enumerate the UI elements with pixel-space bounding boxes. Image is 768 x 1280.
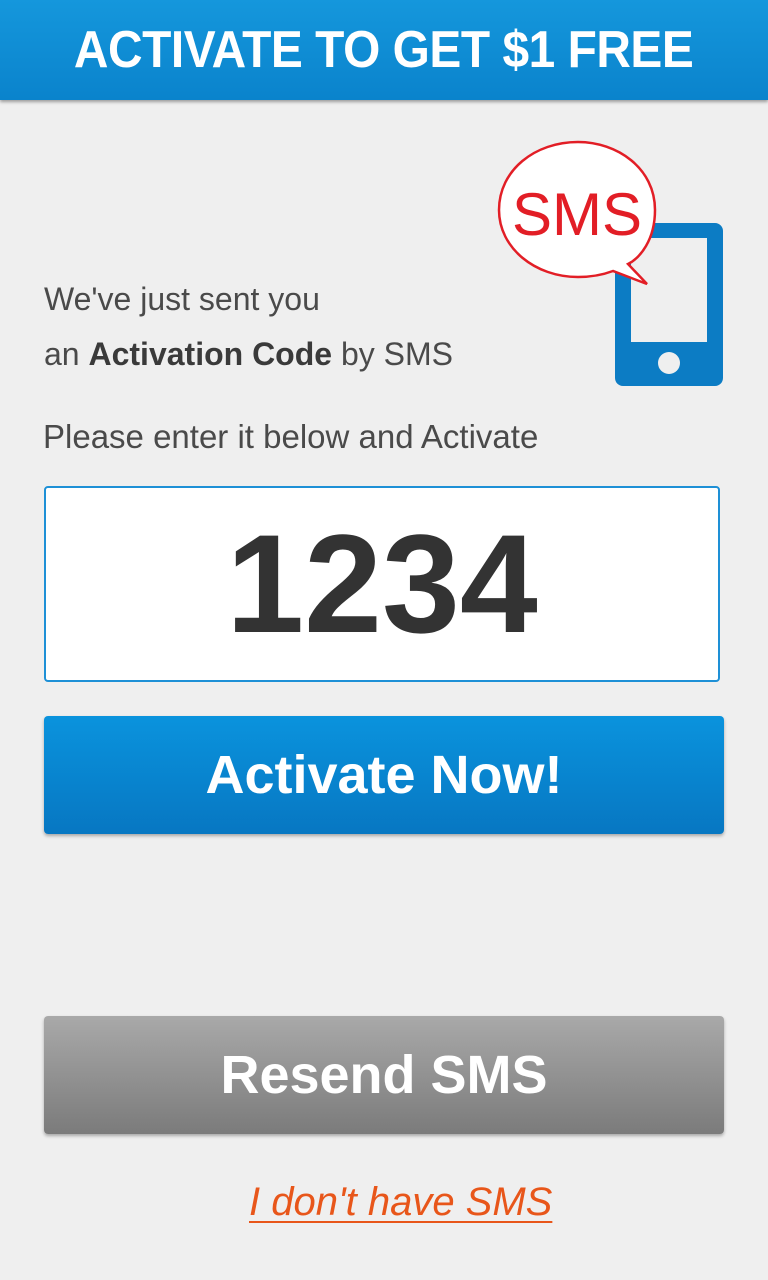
activate-now-button[interactable]: Activate Now!	[44, 716, 724, 834]
intro-line-2-suffix: by SMS	[332, 336, 453, 372]
header-title: ACTIVATE TO GET $1 FREE	[74, 21, 694, 79]
activation-code-input[interactable]	[44, 486, 720, 682]
speech-bubble-icon: SMS	[497, 140, 657, 286]
intro-line-2: an Activation Code by SMS	[44, 327, 453, 382]
bubble-text: SMS	[512, 181, 642, 248]
intro-line-1: We've just sent you	[44, 281, 320, 317]
intro-text: We've just sent you an Activation Code b…	[44, 272, 453, 382]
header-bar: ACTIVATE TO GET $1 FREE	[0, 0, 768, 100]
resend-sms-button[interactable]: Resend SMS	[44, 1016, 724, 1134]
intro-line-2-prefix: an	[44, 336, 89, 372]
instruction-text: Please enter it below and Activate	[43, 418, 539, 455]
no-sms-link[interactable]: I don't have SMS	[249, 1180, 552, 1225]
sms-phone-icon: SMS	[497, 140, 723, 386]
intro-activation-code-label: Activation Code	[88, 336, 333, 372]
